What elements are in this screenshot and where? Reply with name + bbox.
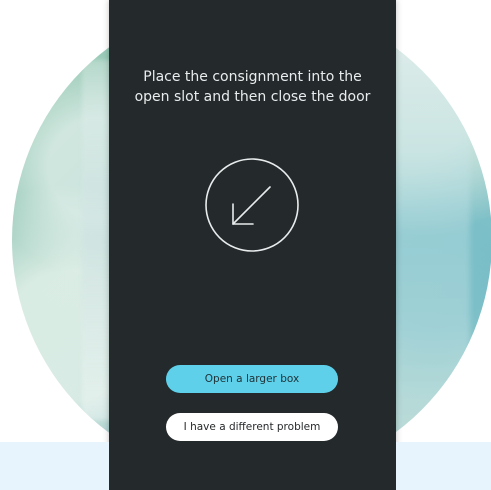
open-larger-box-button[interactable]: Open a larger box <box>166 365 338 393</box>
stage: Place the consignment into the open slot… <box>0 0 491 490</box>
instruction-line-1: Place the consignment into the <box>143 69 362 85</box>
instruction-text: Place the consignment into the open slot… <box>109 67 396 107</box>
arrow-down-left-circle-icon <box>205 158 299 252</box>
instruction-line-2: open slot and then close the door <box>134 89 371 105</box>
different-problem-button[interactable]: I have a different problem <box>166 413 338 441</box>
device-screen-bottom <box>109 442 396 490</box>
background-wash-right <box>390 40 470 440</box>
